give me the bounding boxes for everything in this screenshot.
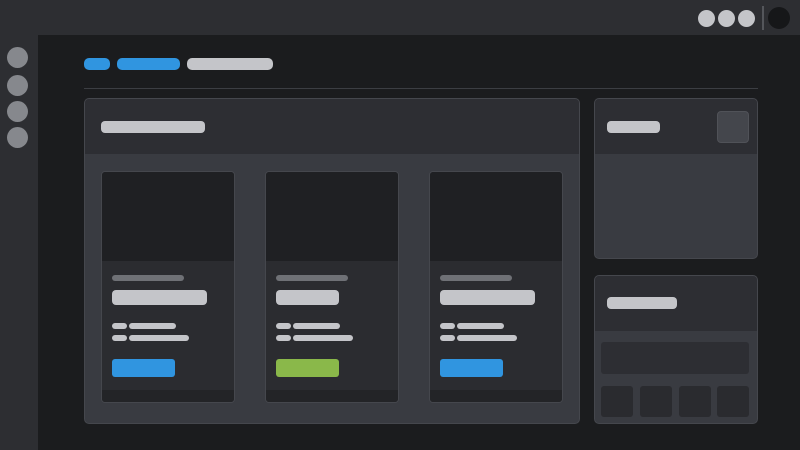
side-panel-top-header [595, 99, 757, 154]
card-meta-key [112, 335, 127, 341]
card-meta-value [129, 323, 176, 329]
nav-icon[interactable] [7, 75, 28, 96]
card-meta-key [440, 323, 455, 329]
side-tile[interactable] [640, 386, 672, 417]
window-title-bar [0, 0, 800, 35]
header-divider [84, 88, 758, 89]
card-footer [430, 390, 562, 402]
card-meta-value [457, 335, 517, 341]
card-meta-key [112, 323, 127, 329]
card-meta-key [276, 323, 291, 329]
side-panel-bottom-header [595, 276, 757, 331]
square-action-icon[interactable] [717, 111, 749, 143]
toolbar-divider [762, 6, 764, 30]
breadcrumb-item[interactable] [84, 58, 110, 70]
breadcrumb-current [187, 58, 273, 70]
sidebar [0, 35, 38, 450]
side-tile[interactable] [679, 386, 711, 417]
product-card[interactable] [101, 171, 235, 403]
nav-icon[interactable] [7, 101, 28, 122]
nav-icon[interactable] [7, 127, 28, 148]
card-title [112, 290, 207, 305]
card-meta-key [276, 335, 291, 341]
product-card[interactable] [429, 171, 563, 403]
avatar-icon[interactable] [768, 7, 790, 29]
side-panel-bottom [594, 275, 758, 424]
side-tile[interactable] [601, 386, 633, 417]
main-panel-header [85, 99, 579, 154]
card-action-button[interactable] [440, 359, 503, 377]
main-panel [84, 98, 580, 424]
product-card[interactable] [265, 171, 399, 403]
card-eyebrow [276, 275, 348, 281]
card-action-button[interactable] [112, 359, 175, 377]
window-control-icon[interactable] [718, 10, 735, 27]
window-control-icon[interactable] [738, 10, 755, 27]
card-footer [266, 390, 398, 402]
breadcrumb-item[interactable] [117, 58, 180, 70]
image-placeholder-icon [102, 172, 234, 261]
card-footer [102, 390, 234, 402]
card-meta-value [293, 323, 340, 329]
side-input-field[interactable] [601, 342, 749, 374]
card-action-button[interactable] [276, 359, 339, 377]
card-meta-value [293, 335, 353, 341]
image-placeholder-icon [266, 172, 398, 261]
card-title [276, 290, 339, 305]
main-panel-title [101, 121, 205, 133]
side-panel-top-title [607, 121, 660, 133]
card-eyebrow [112, 275, 184, 281]
nav-icon[interactable] [7, 47, 28, 68]
card-meta-key [440, 335, 455, 341]
card-meta-value [129, 335, 189, 341]
image-placeholder-icon [430, 172, 562, 261]
side-tile[interactable] [717, 386, 749, 417]
side-panel-bottom-title [607, 297, 677, 309]
card-eyebrow [440, 275, 512, 281]
card-meta-value [457, 323, 504, 329]
card-title [440, 290, 535, 305]
side-panel-top [594, 98, 758, 259]
window-control-icon[interactable] [698, 10, 715, 27]
